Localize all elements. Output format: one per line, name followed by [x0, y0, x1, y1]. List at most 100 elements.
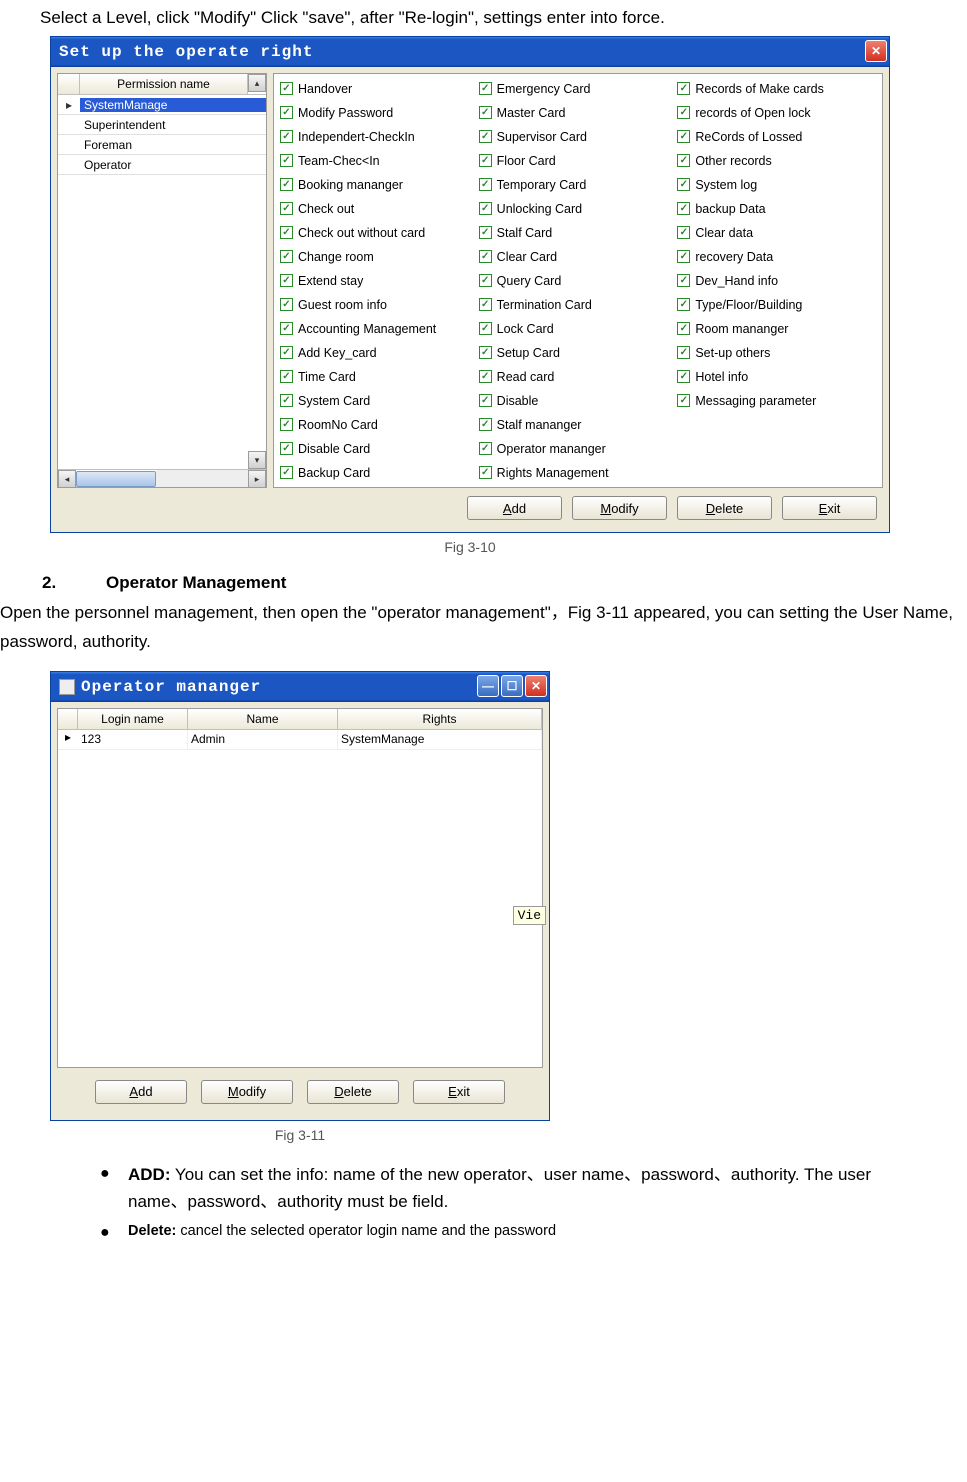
modify-button[interactable]: Modify: [201, 1080, 293, 1104]
checkbox-icon[interactable]: ✓: [280, 466, 293, 479]
permission-item[interactable]: ✓Extend stay: [280, 270, 479, 291]
modify-button[interactable]: Modify: [572, 496, 667, 520]
permission-item[interactable]: ✓Modify Password: [280, 102, 479, 123]
checkbox-icon[interactable]: ✓: [479, 178, 492, 191]
permission-item[interactable]: ✓Guest room info: [280, 294, 479, 315]
checkbox-icon[interactable]: ✓: [479, 130, 492, 143]
permission-item[interactable]: ✓Messaging parameter: [677, 390, 876, 411]
delete-button[interactable]: Delete: [677, 496, 772, 520]
checkbox-icon[interactable]: ✓: [677, 154, 690, 167]
checkbox-icon[interactable]: ✓: [677, 322, 690, 335]
checkbox-icon[interactable]: ✓: [479, 346, 492, 359]
permission-item[interactable]: ✓Backup Card: [280, 462, 479, 483]
checkbox-icon[interactable]: ✓: [280, 442, 293, 455]
checkbox-icon[interactable]: ✓: [677, 274, 690, 287]
permission-item[interactable]: ✓backup Data: [677, 198, 876, 219]
scroll-right-icon[interactable]: ▸: [248, 470, 266, 488]
add-button[interactable]: Add: [95, 1080, 187, 1104]
permission-item[interactable]: ✓Records of Make cards: [677, 78, 876, 99]
checkbox-icon[interactable]: ✓: [677, 106, 690, 119]
permission-item[interactable]: ✓records of Open lock: [677, 102, 876, 123]
permission-item[interactable]: ✓Setup Card: [479, 342, 678, 363]
permission-item[interactable]: ✓Team-Chec<In: [280, 150, 479, 171]
permission-item[interactable]: ✓Add Key_card: [280, 342, 479, 363]
permission-item[interactable]: ✓Clear data: [677, 222, 876, 243]
permission-item[interactable]: ✓RoomNo Card: [280, 414, 479, 435]
permission-item[interactable]: ✓Check out: [280, 198, 479, 219]
permission-item[interactable]: ✓Query Card: [479, 270, 678, 291]
permission-item[interactable]: ✓Read card: [479, 366, 678, 387]
permission-item[interactable]: ✓Change room: [280, 246, 479, 267]
permission-item[interactable]: ✓Set-up others: [677, 342, 876, 363]
permission-item[interactable]: ✓Stalf mananger: [479, 414, 678, 435]
checkbox-icon[interactable]: ✓: [677, 250, 690, 263]
checkbox-icon[interactable]: ✓: [280, 130, 293, 143]
permission-item[interactable]: ✓System log: [677, 174, 876, 195]
permission-item[interactable]: ✓Handover: [280, 78, 479, 99]
checkbox-icon[interactable]: ✓: [479, 322, 492, 335]
checkbox-icon[interactable]: ✓: [479, 466, 492, 479]
checkbox-icon[interactable]: ✓: [280, 346, 293, 359]
permission-item[interactable]: ✓Unlocking Card: [479, 198, 678, 219]
permission-item[interactable]: ✓System Card: [280, 390, 479, 411]
permission-item[interactable]: ✓Hotel info: [677, 366, 876, 387]
permission-item[interactable]: ✓Stalf Card: [479, 222, 678, 243]
exit-button[interactable]: Exit: [413, 1080, 505, 1104]
permission-item[interactable]: ✓Other records: [677, 150, 876, 171]
permission-item[interactable]: ✓Supervisor Card: [479, 126, 678, 147]
checkbox-icon[interactable]: ✓: [280, 250, 293, 263]
maximize-icon[interactable]: ☐: [501, 675, 523, 697]
checkbox-icon[interactable]: ✓: [677, 130, 690, 143]
checkbox-icon[interactable]: ✓: [280, 226, 293, 239]
checkbox-icon[interactable]: ✓: [479, 418, 492, 431]
checkbox-icon[interactable]: ✓: [280, 394, 293, 407]
checkbox-icon[interactable]: ✓: [479, 82, 492, 95]
checkbox-icon[interactable]: ✓: [479, 202, 492, 215]
checkbox-icon[interactable]: ✓: [677, 370, 690, 383]
checkbox-icon[interactable]: ✓: [479, 226, 492, 239]
checkbox-icon[interactable]: ✓: [280, 322, 293, 335]
checkbox-icon[interactable]: ✓: [280, 178, 293, 191]
horizontal-scrollbar[interactable]: ◂ ▸: [58, 469, 266, 487]
checkbox-icon[interactable]: ✓: [677, 226, 690, 239]
permission-item[interactable]: ✓Independert-CheckIn: [280, 126, 479, 147]
permission-item[interactable]: ✓Master Card: [479, 102, 678, 123]
checkbox-icon[interactable]: ✓: [479, 298, 492, 311]
scrollbar-thumb[interactable]: [76, 471, 156, 487]
permission-item[interactable]: ✓Termination Card: [479, 294, 678, 315]
table-row[interactable]: ▸ 123 Admin SystemManage: [58, 730, 542, 750]
minimize-icon[interactable]: —: [477, 675, 499, 697]
checkbox-icon[interactable]: ✓: [677, 394, 690, 407]
checkbox-icon[interactable]: ✓: [280, 154, 293, 167]
permission-item[interactable]: ✓Emergency Card: [479, 78, 678, 99]
permission-item[interactable]: ✓Type/Floor/Building: [677, 294, 876, 315]
checkbox-icon[interactable]: ✓: [479, 442, 492, 455]
checkbox-icon[interactable]: ✓: [677, 298, 690, 311]
scroll-down-icon[interactable]: ▾: [248, 451, 266, 469]
checkbox-icon[interactable]: ✓: [280, 82, 293, 95]
scroll-left-icon[interactable]: ◂: [58, 470, 76, 488]
checkbox-icon[interactable]: ✓: [280, 274, 293, 287]
permission-item[interactable]: ✓Booking mananger: [280, 174, 479, 195]
permission-item[interactable]: ✓Lock Card: [479, 318, 678, 339]
permission-item[interactable]: ✓Operator mananger: [479, 438, 678, 459]
checkbox-icon[interactable]: ✓: [280, 298, 293, 311]
checkbox-icon[interactable]: ✓: [479, 394, 492, 407]
permission-item[interactable]: ✓Clear Card: [479, 246, 678, 267]
list-item[interactable]: Superintendent: [58, 115, 266, 135]
delete-button[interactable]: Delete: [307, 1080, 399, 1104]
permission-item[interactable]: ✓Temporary Card: [479, 174, 678, 195]
list-item[interactable]: ▸SystemManage: [58, 95, 266, 115]
checkbox-icon[interactable]: ✓: [677, 178, 690, 191]
list-item[interactable]: Operator: [58, 155, 266, 175]
close-icon[interactable]: ✕: [865, 40, 887, 62]
permission-item[interactable]: ✓Rights Management: [479, 462, 678, 483]
permission-item[interactable]: ✓Disable Card: [280, 438, 479, 459]
checkbox-icon[interactable]: ✓: [479, 370, 492, 383]
checkbox-icon[interactable]: ✓: [280, 418, 293, 431]
checkbox-icon[interactable]: ✓: [479, 106, 492, 119]
checkbox-icon[interactable]: ✓: [280, 370, 293, 383]
permission-item[interactable]: ✓Check out without card: [280, 222, 479, 243]
scroll-up-icon[interactable]: ▴: [248, 74, 266, 92]
permission-item[interactable]: ✓Time Card: [280, 366, 479, 387]
